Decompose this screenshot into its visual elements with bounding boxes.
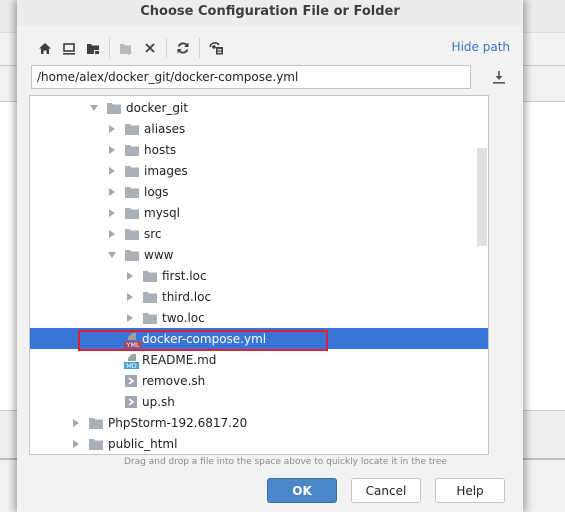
- project-folder-icon: [87, 43, 99, 54]
- tree-row-label: src: [144, 226, 162, 241]
- tree-row-label: README.md: [142, 352, 217, 367]
- download-icon: [493, 71, 505, 84]
- svg-text:YML: YML: [125, 341, 140, 348]
- tree-row-label: www: [144, 247, 174, 262]
- collapsed-arrow-icon[interactable]: [124, 312, 136, 324]
- hide-path-link[interactable]: Hide path: [452, 40, 510, 54]
- folder-icon: [142, 290, 158, 304]
- tree-row-label: docker-compose.yml: [142, 331, 267, 346]
- tree-row[interactable]: up.sh: [30, 391, 488, 412]
- tree-row[interactable]: third.loc: [30, 286, 488, 307]
- tree-row-label: hosts: [144, 142, 177, 157]
- collapsed-arrow-icon[interactable]: [70, 438, 82, 450]
- collapsed-arrow-icon[interactable]: [124, 291, 136, 303]
- tree-row[interactable]: public_html: [30, 433, 488, 454]
- tree-row-label: images: [144, 163, 188, 178]
- path-input[interactable]: [31, 65, 471, 89]
- tree-row[interactable]: logs: [30, 181, 488, 202]
- tree-row[interactable]: images: [30, 160, 488, 181]
- show-hidden-button[interactable]: [204, 37, 228, 59]
- tree-row-label: docker_git: [126, 100, 189, 115]
- cancel-button[interactable]: Cancel: [351, 478, 421, 503]
- folder-icon: [88, 437, 104, 451]
- tree-row-label: PhpStorm-192.6817.20: [108, 415, 248, 430]
- folder-icon: [106, 101, 122, 115]
- folder-icon: [124, 206, 140, 220]
- tree-row[interactable]: mysql: [30, 202, 488, 223]
- tree-row-label: logs: [144, 184, 169, 199]
- tree-row[interactable]: aliases: [30, 118, 488, 139]
- svg-text:MD: MD: [126, 362, 137, 369]
- tree-row-label: third.loc: [162, 289, 212, 304]
- collapsed-arrow-icon[interactable]: [106, 144, 118, 156]
- shell-script-icon: [124, 395, 140, 409]
- desktop-button[interactable]: [57, 37, 81, 59]
- expanded-arrow-icon[interactable]: [106, 249, 118, 261]
- collapsed-arrow-icon[interactable]: [106, 228, 118, 240]
- tree-row-label: two.loc: [162, 310, 205, 325]
- file-chooser-toolbar: [33, 37, 228, 59]
- tree-row-label: aliases: [144, 121, 186, 136]
- delete-button[interactable]: [138, 37, 162, 59]
- tree-row-label: remove.sh: [142, 373, 206, 388]
- folder-icon: [124, 227, 140, 241]
- expanded-arrow-icon[interactable]: [88, 102, 100, 114]
- folder-icon: [124, 164, 140, 178]
- toolbar-separator: [109, 38, 110, 58]
- collapsed-arrow-icon[interactable]: [106, 186, 118, 198]
- tree-row[interactable]: first.loc: [30, 265, 488, 286]
- home-button[interactable]: [33, 37, 57, 59]
- tree-row[interactable]: src: [30, 223, 488, 244]
- collapsed-arrow-icon[interactable]: [106, 123, 118, 135]
- ok-button[interactable]: OK: [267, 478, 337, 503]
- tree-row[interactable]: www: [30, 244, 488, 265]
- collapsed-arrow-icon[interactable]: [124, 270, 136, 282]
- tree-row[interactable]: docker_git: [30, 97, 488, 118]
- folder-icon: [88, 416, 104, 430]
- project-button[interactable]: [81, 37, 105, 59]
- folder-icon: [142, 311, 158, 325]
- refresh-button[interactable]: [171, 37, 195, 59]
- home-icon: [39, 42, 51, 54]
- file-tree[interactable]: docker_gitaliases hosts images logs mysql src…: [29, 95, 489, 455]
- tree-row[interactable]: PhpStorm-192.6817.20: [30, 412, 488, 433]
- tree-row[interactable]: two.loc: [30, 307, 488, 328]
- folder-icon: [124, 143, 140, 157]
- choose-config-dialog: Choose Configuration File or Folder Hide…: [17, 0, 523, 512]
- tree-row[interactable]: hosts: [30, 139, 488, 160]
- tree-row-label: first.loc: [162, 268, 207, 283]
- drag-drop-hint: Drag and drop a file into the space abov…: [124, 457, 447, 467]
- dialog-title: Choose Configuration File or Folder: [17, 0, 523, 26]
- refresh-icon: [177, 42, 189, 54]
- tree-row[interactable]: remove.sh: [30, 370, 488, 391]
- download-path-button[interactable]: [491, 68, 507, 86]
- collapsed-arrow-icon[interactable]: [70, 417, 82, 429]
- markdown-file-icon: MD: [124, 353, 140, 370]
- show-hidden-icon: [208, 42, 223, 55]
- tree-row[interactable]: MD README.md: [30, 349, 488, 370]
- collapsed-arrow-icon[interactable]: [106, 165, 118, 177]
- shell-script-icon: [124, 374, 140, 388]
- toolbar-separator: [199, 38, 200, 58]
- tree-row-label: mysql: [144, 205, 180, 220]
- tree-row-label: up.sh: [142, 394, 175, 409]
- delete-icon: [145, 43, 155, 53]
- collapsed-arrow-icon[interactable]: [106, 207, 118, 219]
- folder-icon: [124, 185, 140, 199]
- desktop-icon: [63, 42, 75, 55]
- help-button[interactable]: Help: [435, 478, 505, 503]
- tree-row-label: public_html: [108, 436, 178, 451]
- folder-icon: [124, 248, 140, 262]
- tree-row[interactable]: YML docker-compose.yml: [30, 328, 488, 349]
- folder-icon: [142, 269, 158, 283]
- toolbar-separator: [166, 38, 167, 58]
- yml-file-icon: YML: [124, 332, 142, 349]
- new-folder-button[interactable]: [114, 37, 138, 59]
- folder-icon: [124, 122, 140, 136]
- new-folder-icon: [120, 43, 132, 55]
